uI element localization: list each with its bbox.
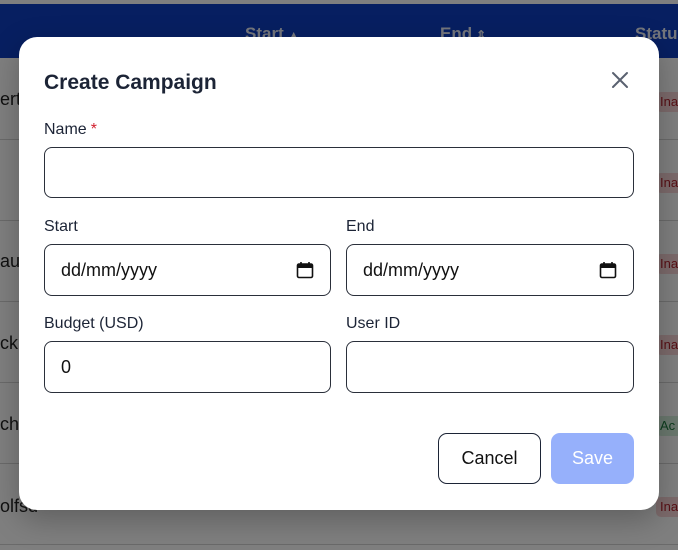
end-date-placeholder: dd/mm/yyyy: [363, 259, 460, 280]
end-label: End: [346, 218, 375, 235]
end-date-input[interactable]: dd/mm/yyyy: [346, 244, 634, 296]
name-label: Name *: [44, 121, 97, 138]
budget-input[interactable]: [44, 341, 331, 393]
start-date-placeholder: dd/mm/yyyy: [61, 259, 158, 280]
start-date-input[interactable]: dd/mm/yyyy: [44, 244, 331, 296]
close-icon: [611, 71, 629, 94]
user-id-label: User ID: [346, 315, 401, 332]
user-id-input[interactable]: [346, 341, 634, 393]
calendar-icon[interactable]: [599, 261, 617, 279]
budget-label: Budget (USD): [44, 315, 144, 332]
name-input[interactable]: [44, 147, 634, 198]
save-button[interactable]: Save: [551, 433, 634, 484]
close-button[interactable]: [608, 70, 632, 94]
cancel-button[interactable]: Cancel: [438, 433, 541, 484]
required-mark: *: [90, 121, 97, 138]
dialog-title: Create Campaign: [44, 71, 217, 94]
start-label: Start: [44, 218, 78, 235]
create-campaign-dialog: Create Campaign Name * Start dd/mm/yyyy E…: [19, 37, 659, 510]
calendar-icon[interactable]: [296, 261, 314, 279]
